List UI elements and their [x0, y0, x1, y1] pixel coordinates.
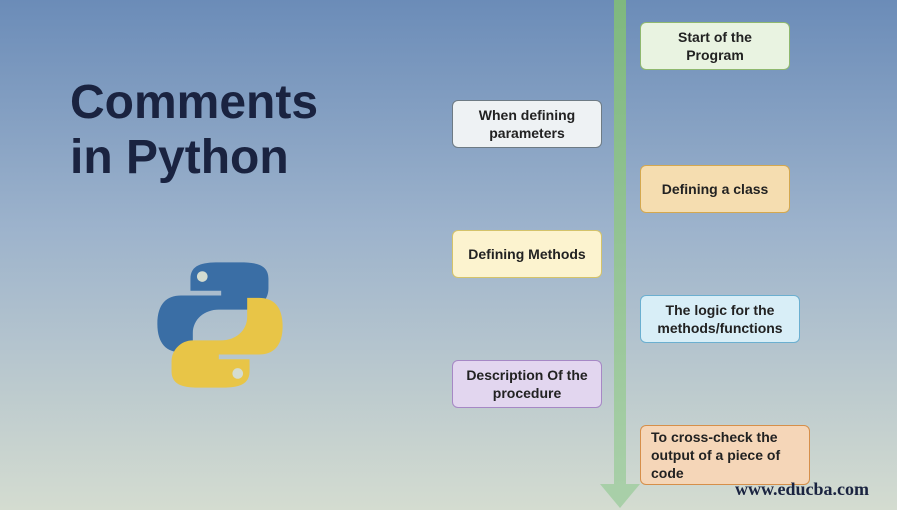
step-label: The logic for the methods/functions — [651, 301, 789, 337]
step-label: When defining parameters — [463, 106, 591, 142]
footer-url: www.educba.com — [735, 479, 869, 500]
python-logo-icon — [155, 260, 285, 390]
step-box-defining-parameters: When defining parameters — [452, 100, 602, 148]
step-label: Defining a class — [662, 180, 769, 198]
timeline-arrow-line — [614, 0, 626, 490]
step-label: Description Of the procedure — [463, 366, 591, 402]
title-line2: in Python — [70, 131, 289, 184]
step-box-cross-check: To cross-check the output of a piece of … — [640, 425, 810, 485]
step-box-defining-methods: Defining Methods — [452, 230, 602, 278]
step-box-logic-methods: The logic for the methods/functions — [640, 295, 800, 343]
step-label: Start of the Program — [651, 28, 779, 64]
step-label: To cross-check the output of a piece of … — [651, 428, 799, 483]
step-box-defining-class: Defining a class — [640, 165, 790, 213]
timeline-arrow-head-icon — [600, 484, 640, 508]
step-label: Defining Methods — [468, 245, 585, 263]
step-box-start-program: Start of the Program — [640, 22, 790, 70]
step-box-description-procedure: Description Of the procedure — [452, 360, 602, 408]
title-line1: Comments — [70, 76, 318, 129]
page-title: Comments in Python — [70, 75, 318, 185]
